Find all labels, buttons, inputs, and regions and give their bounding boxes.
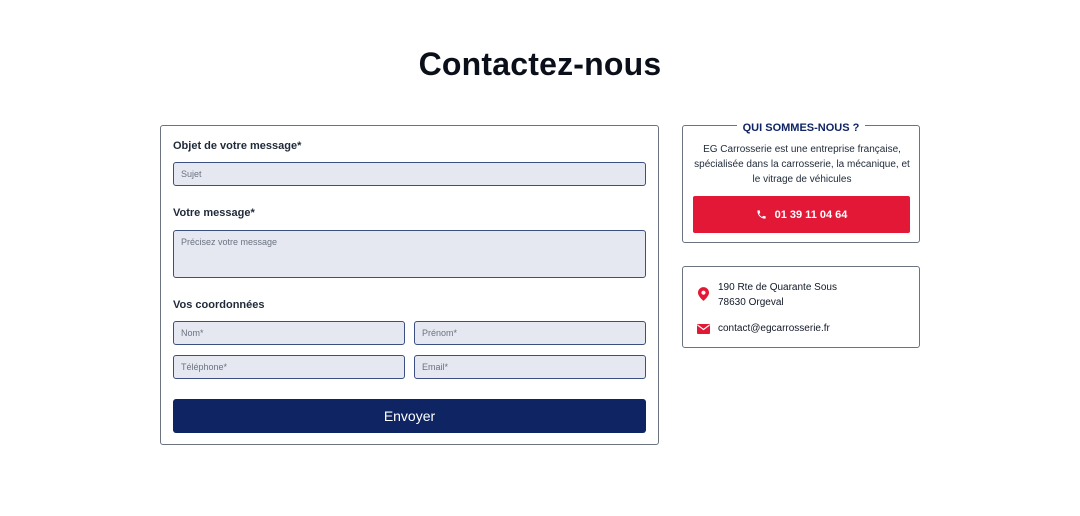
contact-details-label: Vos coordonnées [173,299,265,311]
phone-input[interactable] [173,355,405,379]
contact-info-card: 190 Rte de Quarante Sous 78630 Orgeval c… [682,266,920,348]
address-line2: 78630 Orgeval [718,297,784,308]
about-text: EG Carrosserie est une entreprise frança… [694,144,910,185]
map-pin-icon [696,280,710,301]
subject-label: Objet de votre message* [173,140,302,152]
call-button[interactable]: 01 39 11 04 64 [693,196,910,233]
contact-form: Objet de votre message* Votre message* V… [160,125,659,445]
address-line1: 190 Rte de Quarante Sous [718,282,837,293]
firstname-input[interactable] [414,321,646,345]
about-title-wrapper: QUI SOMMES-NOUS ? [683,118,919,136]
phone-icon [756,210,766,219]
email-link[interactable]: contact@egcarrosserie.fr [718,321,830,336]
message-label: Votre message* [173,207,255,219]
address-text: 190 Rte de Quarante Sous 78630 Orgeval [718,280,837,310]
about-card: QUI SOMMES-NOUS ? EG Carrosserie est une… [682,122,920,243]
submit-button[interactable]: Envoyer [173,399,646,433]
page-title: Contactez-nous [418,46,662,82]
message-textarea[interactable] [173,230,646,278]
lastname-input[interactable] [173,321,405,345]
email-input[interactable] [414,355,646,379]
about-title: QUI SOMMES-NOUS ? [736,122,866,134]
email-row[interactable]: contact@egcarrosserie.fr [696,321,830,336]
phone-number: 01 39 11 04 64 [774,208,848,221]
subject-input[interactable] [173,162,646,186]
address-row: 190 Rte de Quarante Sous 78630 Orgeval [696,280,837,310]
mail-icon [696,321,710,334]
